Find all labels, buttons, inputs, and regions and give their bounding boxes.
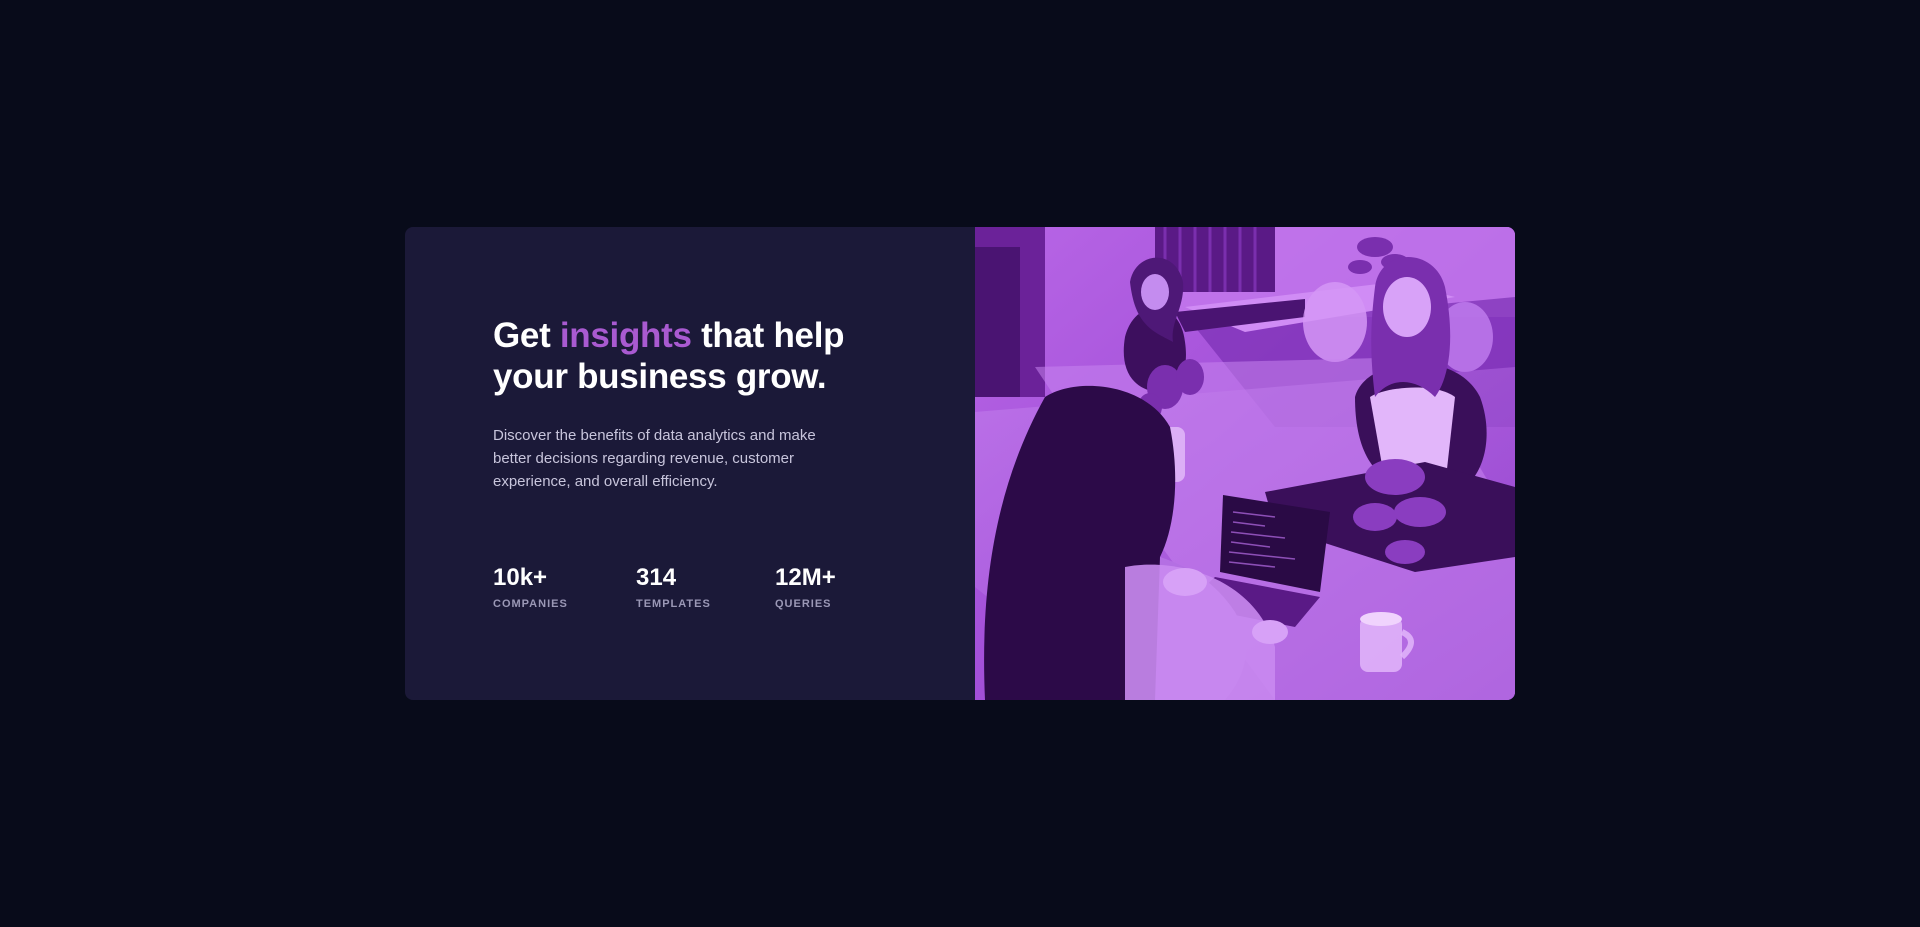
- headline: Get insights that help your business gro…: [493, 315, 873, 397]
- stats-preview-card: Get insights that help your business gro…: [405, 227, 1515, 700]
- stat-label: TEMPLATES: [636, 598, 711, 610]
- description-text: Discover the benefits of data analytics …: [493, 427, 816, 490]
- stats-row: 10k+ COMPANIES 314 TEMPLATES 12M+ QUERIE…: [493, 564, 975, 611]
- stat-value: 12M+: [775, 564, 836, 591]
- stat-value: 10k+: [493, 564, 548, 591]
- office-photo-image: [975, 227, 1515, 700]
- office-photo-illustration: [975, 227, 1515, 700]
- stat-queries: 12M+ QUERIES: [775, 564, 865, 611]
- headline-accent-word: insights: [559, 316, 692, 355]
- stat-value: 314: [636, 564, 677, 591]
- stat-templates: 314 TEMPLATES: [636, 564, 775, 611]
- stat-companies: 10k+ COMPANIES: [493, 564, 636, 611]
- stat-label: COMPANIES: [493, 598, 568, 610]
- stat-label: QUERIES: [775, 598, 832, 610]
- card-content: Get insights that help your business gro…: [405, 227, 975, 700]
- headline-prefix: Get: [493, 316, 560, 355]
